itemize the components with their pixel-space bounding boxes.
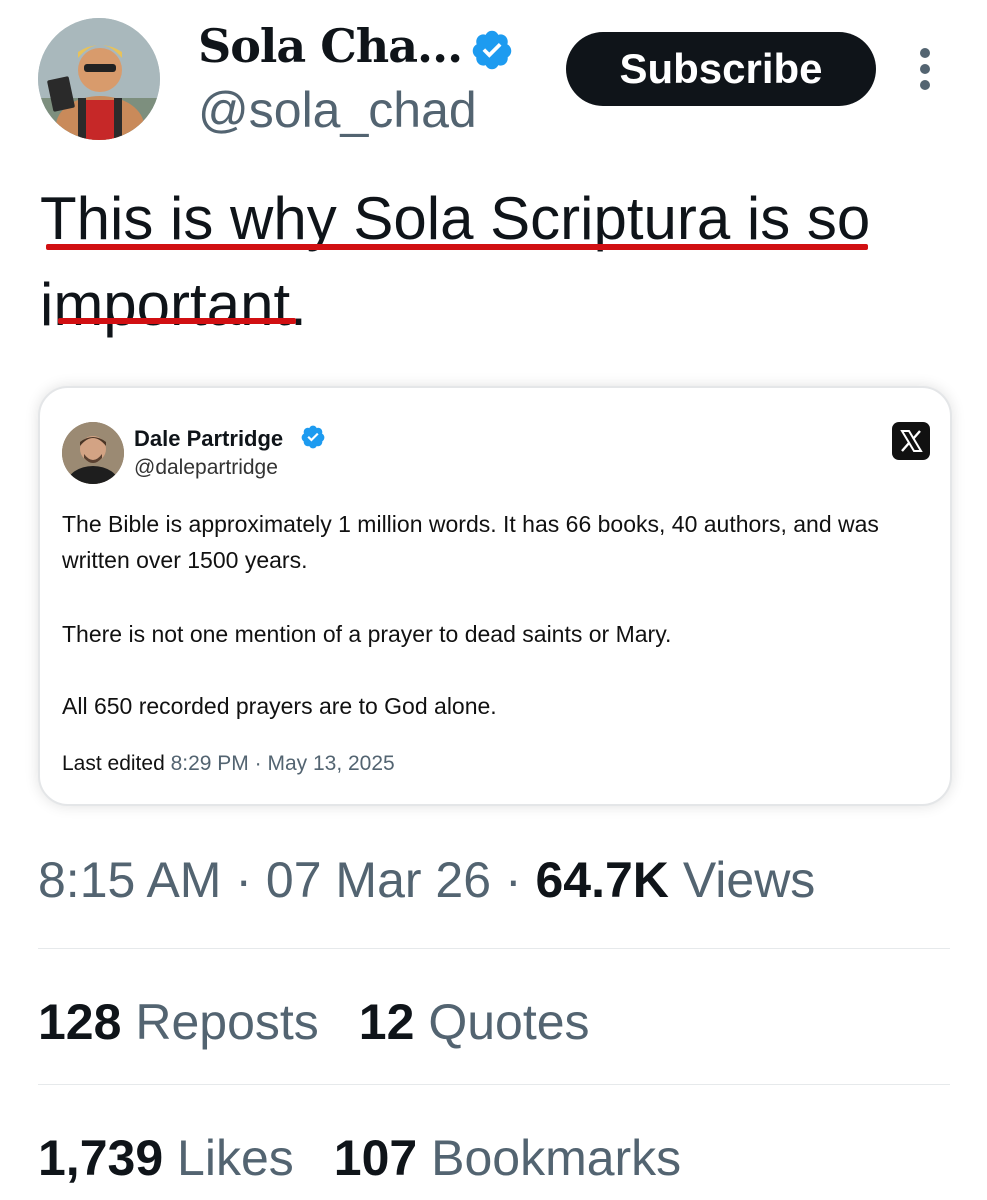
views-count: 64.7K: [535, 852, 669, 908]
quotes-label: Quotes: [428, 994, 590, 1050]
red-underline-2: [58, 318, 296, 324]
tweet-meta: 8:15 AM · 07 Mar 26 · 64.7K Views: [38, 850, 815, 910]
quoted-tweet-card[interactable]: Dale Partridge @dalepartridge The Bible …: [38, 386, 952, 806]
views-label: Views: [682, 852, 816, 908]
quoted-edit-timestamp: Last edited 8:29 PM · May 13, 2025: [62, 752, 395, 776]
profile-avatar-icon[interactable]: [38, 18, 160, 140]
author-display-name[interactable]: Sola Cha...: [198, 18, 463, 74]
edited-label: Last edited: [62, 752, 165, 775]
divider: [38, 948, 950, 949]
more-vertical-icon[interactable]: [912, 48, 938, 94]
edited-time: 8:29 PM · May 13, 2025: [170, 752, 395, 775]
verified-badge-icon: [470, 28, 514, 72]
tweet-date[interactable]: 07 Mar 26: [266, 852, 491, 908]
author-handle[interactable]: @sola_chad: [198, 80, 477, 140]
engagement-stats-row-2: 1,739 Likes 107 Bookmarks: [38, 1128, 681, 1188]
quoted-author-handle[interactable]: @dalepartridge: [134, 456, 278, 480]
quoted-paragraph-2: There is not one mention of a prayer to …: [62, 621, 672, 647]
meta-separator: ·: [504, 852, 536, 908]
reposts-label: Reposts: [135, 994, 319, 1050]
reposts-link[interactable]: 128 Reposts: [38, 994, 319, 1050]
tweet-text-line-2: important.: [40, 271, 307, 338]
quotes-count: 12: [358, 994, 415, 1050]
bookmarks-count: 107: [333, 1130, 418, 1186]
quoted-author-name[interactable]: Dale Partridge: [134, 426, 283, 452]
likes-count: 1,739: [38, 1130, 164, 1186]
bookmarks-label: Bookmarks: [431, 1130, 682, 1186]
likes-link[interactable]: 1,739 Likes: [38, 1130, 294, 1186]
meta-separator: ·: [235, 852, 266, 908]
x-logo-icon: [892, 422, 930, 460]
likes-label: Likes: [177, 1130, 294, 1186]
subscribe-button[interactable]: Subscribe: [566, 32, 876, 106]
quoted-author-avatar[interactable]: [62, 422, 124, 484]
red-underline-1: [46, 244, 868, 250]
quoted-paragraph-1: The Bible is approximately 1 million wor…: [62, 511, 879, 573]
quoted-verified-badge-icon: [300, 424, 326, 450]
reposts-count: 128: [38, 994, 122, 1050]
tweet-time[interactable]: 8:15 AM: [38, 852, 221, 908]
bookmarks-link[interactable]: 107 Bookmarks: [334, 1130, 681, 1186]
quoted-paragraph-3: All 650 recorded prayers are to God alon…: [62, 693, 497, 719]
engagement-stats-row-1: 128 Reposts 12 Quotes: [38, 992, 590, 1052]
divider: [38, 1084, 950, 1085]
quotes-link[interactable]: 12 Quotes: [359, 994, 590, 1050]
